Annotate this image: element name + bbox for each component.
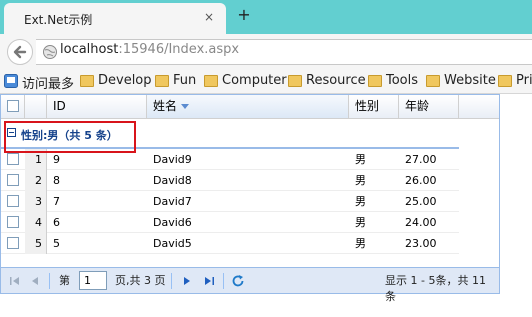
row-select[interactable] bbox=[1, 233, 25, 254]
bookmark-label: Pri bbox=[516, 73, 532, 88]
folder-icon bbox=[368, 75, 382, 87]
cell-name: David7 bbox=[153, 195, 192, 208]
folder-icon bbox=[155, 75, 169, 87]
column-header-id[interactable]: ID bbox=[47, 95, 147, 118]
bookmark-label: Computer bbox=[222, 73, 287, 88]
cell-name: David6 bbox=[153, 216, 192, 229]
cell-gender: 男 bbox=[355, 174, 366, 187]
cell-id: 5 bbox=[53, 237, 60, 250]
back-arrow-icon bbox=[13, 45, 27, 59]
cell-name: David8 bbox=[153, 174, 192, 187]
page-prefix: 第 bbox=[59, 274, 70, 287]
cell-id: 7 bbox=[53, 195, 60, 208]
row-checkbox[interactable] bbox=[7, 195, 19, 207]
folder-icon bbox=[498, 75, 512, 87]
cell-gender: 男 bbox=[355, 237, 366, 250]
row-select[interactable] bbox=[1, 212, 25, 233]
folder-icon bbox=[204, 75, 218, 87]
table-row[interactable]: 5 5 David5 男 23.00 bbox=[1, 233, 459, 254]
cell-gender: 男 bbox=[355, 195, 366, 208]
table-row[interactable]: 2 8 David8 男 26.00 bbox=[1, 170, 459, 191]
cell-age: 23.00 bbox=[405, 237, 437, 250]
select-all-header[interactable] bbox=[1, 95, 25, 118]
column-label: 性别 bbox=[355, 99, 380, 113]
cell-gender: 男 bbox=[355, 153, 366, 166]
row-select[interactable] bbox=[1, 170, 25, 191]
browser-tab[interactable]: Ext.Net示例 × bbox=[4, 3, 226, 35]
bookmark-label: Tools bbox=[386, 73, 419, 88]
folder-icon bbox=[288, 75, 302, 87]
toolbar-separator bbox=[223, 273, 224, 289]
first-page-icon[interactable] bbox=[9, 275, 21, 287]
page-icon bbox=[43, 45, 57, 59]
column-label: 姓名 bbox=[153, 99, 178, 113]
row-number: 2 bbox=[25, 170, 47, 191]
refresh-icon[interactable] bbox=[231, 274, 245, 288]
bookmarks-bar: 访问最多 Develop Fun Computer Resource Tools… bbox=[0, 68, 532, 94]
column-header-name[interactable]: 姓名 bbox=[147, 95, 349, 118]
cell-name: David5 bbox=[153, 237, 192, 250]
tab-title: Ext.Net示例 bbox=[24, 13, 93, 27]
table-row[interactable]: 4 6 David6 男 24.00 bbox=[1, 212, 459, 233]
cell-id: 8 bbox=[53, 174, 60, 187]
cell-age: 24.00 bbox=[405, 216, 437, 229]
row-number: 4 bbox=[25, 212, 47, 233]
cell-id: 6 bbox=[53, 216, 60, 229]
highlight-box bbox=[4, 121, 136, 153]
cell-age: 25.00 bbox=[405, 195, 437, 208]
rownum-header bbox=[25, 95, 47, 118]
folder-icon bbox=[426, 75, 440, 87]
folder-icon bbox=[80, 75, 94, 87]
row-checkbox[interactable] bbox=[7, 216, 19, 228]
display-info: 显示 1 - 5条，共 11 条 bbox=[385, 274, 486, 303]
apps-icon bbox=[4, 74, 18, 88]
column-label: 年龄 bbox=[405, 99, 430, 113]
toolbar-separator bbox=[171, 273, 172, 289]
cell-age: 26.00 bbox=[405, 174, 437, 187]
grid-header: ID 姓名 性别 年龄 bbox=[1, 95, 499, 119]
sort-desc-icon bbox=[181, 104, 190, 109]
browser-tabstrip: Ext.Net示例 × + bbox=[0, 0, 532, 35]
bookmark-label: Resource bbox=[306, 73, 366, 88]
column-header-gender[interactable]: 性别 bbox=[349, 95, 399, 118]
back-button[interactable] bbox=[7, 39, 33, 65]
next-page-icon[interactable] bbox=[181, 275, 193, 287]
table-row[interactable]: 3 7 David7 男 25.00 bbox=[1, 191, 459, 212]
new-tab-button[interactable]: + bbox=[236, 6, 252, 24]
bookmark-label: 访问最多 bbox=[22, 77, 75, 92]
toolbar-separator bbox=[49, 273, 50, 289]
bookmark-label: Develop bbox=[98, 73, 152, 88]
bookmark-label: Fun bbox=[173, 73, 197, 88]
bookmark-pri[interactable]: Pri bbox=[498, 73, 532, 89]
url-path: :15946/Index.aspx bbox=[118, 42, 240, 57]
row-number: 3 bbox=[25, 191, 47, 212]
row-checkbox[interactable] bbox=[7, 237, 19, 249]
close-icon[interactable]: × bbox=[202, 10, 216, 24]
row-checkbox[interactable] bbox=[7, 153, 19, 165]
paging-toolbar: 第 1 页,共 3 页 显示 1 - 5条，共 11 条 bbox=[1, 267, 499, 303]
select-all-checkbox[interactable] bbox=[7, 100, 19, 112]
column-header-age[interactable]: 年龄 bbox=[399, 95, 459, 118]
address-bar: localhost:15946/Index.aspx bbox=[0, 34, 532, 68]
last-page-icon[interactable] bbox=[203, 275, 215, 287]
bookmark-label: Website bbox=[444, 73, 496, 88]
cell-name: David9 bbox=[153, 153, 192, 166]
row-checkbox[interactable] bbox=[7, 174, 19, 186]
row-select[interactable] bbox=[1, 191, 25, 212]
page-count: 页,共 3 页 bbox=[115, 274, 166, 287]
page-number-input[interactable]: 1 bbox=[79, 271, 107, 290]
url-text: localhost:15946/Index.aspx bbox=[60, 42, 239, 57]
previous-page-icon[interactable] bbox=[29, 275, 41, 287]
cell-age: 27.00 bbox=[405, 153, 437, 166]
column-label: ID bbox=[53, 99, 66, 113]
cell-gender: 男 bbox=[355, 216, 366, 229]
url-host: localhost bbox=[60, 42, 119, 57]
row-number: 5 bbox=[25, 233, 47, 254]
